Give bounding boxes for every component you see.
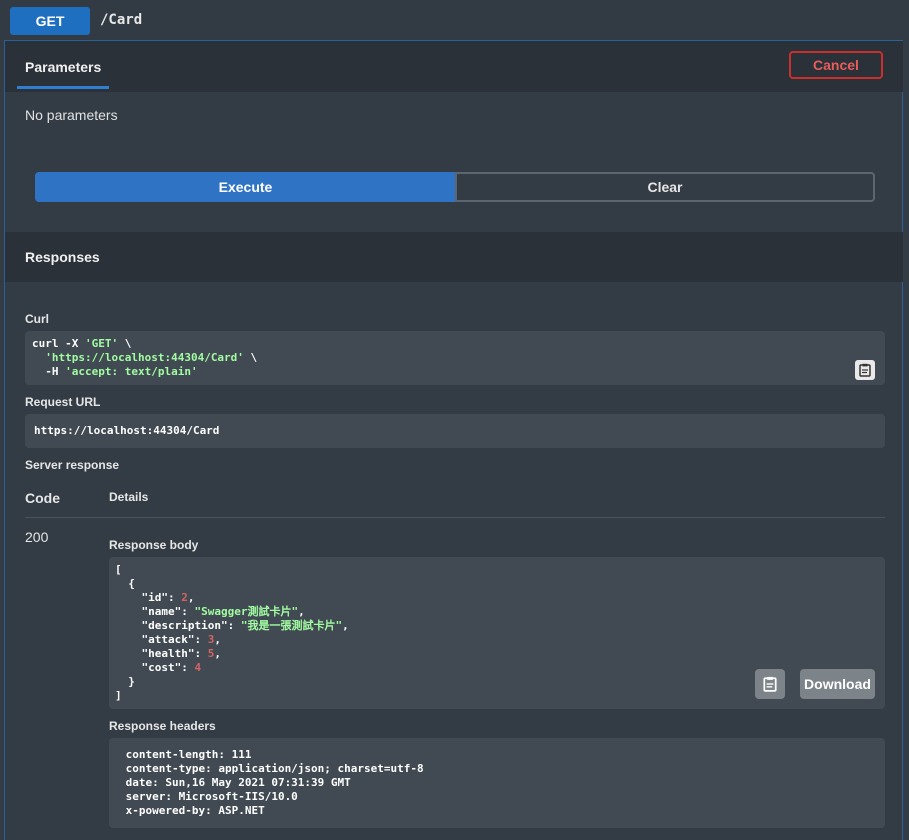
body-name-key: "name": — [115, 605, 195, 618]
curl-line1-method: 'GET' — [84, 337, 119, 350]
header-line: server: Microsoft-IIS/10.0 — [119, 790, 305, 803]
header-line: content-length: 111 — [119, 748, 259, 761]
header-line: date: Sun,16 May 2021 07:31:39 GMT — [119, 776, 358, 789]
body-attack-value: 3 — [207, 633, 215, 646]
server-response-label: Server response — [25, 458, 120, 472]
curl-line3-cmd: -H — [32, 365, 66, 378]
parameters-header — [5, 41, 903, 92]
cancel-button[interactable]: Cancel — [789, 51, 883, 79]
curl-label: Curl — [25, 312, 49, 326]
details-column-header: Details — [109, 490, 149, 504]
body-description-value: "我是一張測試卡片" — [240, 619, 343, 632]
http-method-badge: GET — [10, 7, 90, 35]
clipboard-icon — [763, 676, 777, 692]
curl-line1-end: \ — [118, 337, 132, 350]
header-line: content-type: application/json; charset=… — [119, 762, 431, 775]
body-health-key: "health": — [115, 647, 208, 660]
curl-line2-indent — [32, 351, 45, 364]
table-divider — [25, 517, 885, 518]
body-cost-value: 4 — [194, 661, 202, 674]
body-id-key: "id": — [115, 591, 182, 604]
tab-parameters[interactable]: Parameters — [25, 59, 101, 75]
body-cost-key: "cost": — [115, 661, 195, 674]
body-open-bracket: [ — [115, 563, 122, 576]
body-name-value: "Swagger測試卡片" — [194, 605, 299, 618]
tab-active-indicator — [17, 86, 109, 89]
body-description-key: "description": — [115, 619, 241, 632]
curl-code-block[interactable]: curl -X 'GET' \ 'https://localhost:44304… — [25, 331, 885, 385]
execute-button[interactable]: Execute — [35, 172, 456, 202]
body-health-value: 5 — [207, 647, 215, 660]
download-button[interactable]: Download — [800, 669, 875, 699]
clear-button[interactable]: Clear — [455, 172, 875, 202]
responses-title: Responses — [25, 249, 100, 265]
curl-line1-cmd: curl -X — [32, 337, 85, 350]
clipboard-icon — [859, 363, 871, 377]
operation-summary[interactable]: GET /Card — [0, 0, 909, 40]
curl-line2-end: \ — [243, 351, 258, 364]
code-column-header: Code — [25, 490, 60, 506]
body-close-brace: } — [115, 675, 135, 688]
body-open-brace: { — [115, 577, 135, 590]
endpoint-path: /Card — [100, 12, 143, 28]
body-attack-key: "attack": — [115, 633, 208, 646]
responses-header — [5, 232, 903, 282]
body-copy-button[interactable] — [755, 669, 785, 699]
curl-copy-button[interactable] — [855, 360, 875, 380]
curl-line2-url: 'https://localhost:44304/Card' — [45, 351, 244, 364]
response-status-code: 200 — [25, 529, 49, 545]
response-headers-label: Response headers — [109, 719, 216, 733]
header-line: x-powered-by: ASP.NET — [119, 804, 272, 817]
response-headers-code[interactable]: content-length: 111 content-type: applic… — [109, 738, 885, 828]
response-body-label: Response body — [109, 538, 199, 552]
no-parameters-text: No parameters — [25, 107, 118, 123]
curl-line3-header: 'accept: text/plain' — [65, 365, 198, 378]
body-id-value: 2 — [181, 591, 188, 604]
request-url-label: Request URL — [25, 395, 101, 409]
request-url-value[interactable]: https://localhost:44304/Card — [25, 414, 885, 448]
body-close-bracket: ] — [115, 689, 122, 702]
